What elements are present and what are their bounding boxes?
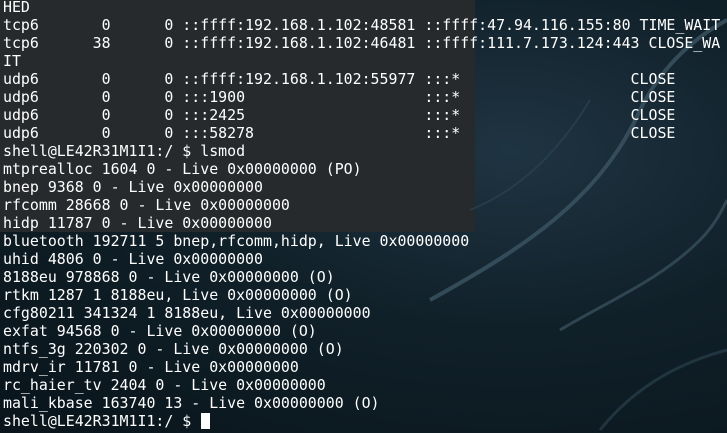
terminal-line: bnep 9368 0 - Live 0x00000000 xyxy=(3,178,263,196)
terminal-line: tcp6 0 0 ::ffff:192.168.1.102:48581 ::ff… xyxy=(3,16,721,34)
terminal-line: tcp6 38 0 ::ffff:192.168.1.102:46481 ::f… xyxy=(3,34,721,52)
terminal-line: hidp 11787 0 - Live 0x00000000 xyxy=(3,214,272,232)
terminal-window[interactable]: HED tcp6 0 0 ::ffff:192.168.1.102:48581 :… xyxy=(0,0,727,433)
terminal-line: mdrv_ir 11781 0 - Live 0x00000000 xyxy=(3,358,299,376)
terminal-line: udp6 0 0 :::58278 :::* CLOSE xyxy=(3,124,676,142)
terminal-line: rtkm 1287 1 8188eu, Live 0x00000000 (O) xyxy=(3,286,353,304)
terminal-line: cfg80211 341324 1 8188eu, Live 0x0000000… xyxy=(3,304,371,322)
terminal-line: exfat 94568 0 - Live 0x00000000 (O) xyxy=(3,322,317,340)
terminal-line: udp6 0 0 :::2425 :::* CLOSE xyxy=(3,106,676,124)
terminal-line: IT xyxy=(3,52,21,70)
terminal-line: uhid 4806 0 - Live 0x00000000 xyxy=(3,250,263,268)
terminal-line: ntfs_3g 220302 0 - Live 0x00000000 (O) xyxy=(3,340,344,358)
terminal-line: HED xyxy=(3,0,30,16)
terminal-line: shell@LE42R31M1I1:/ $ lsmod xyxy=(3,142,246,160)
prompt-line[interactable]: shell@LE42R31M1I1:/ $ xyxy=(3,412,725,430)
terminal-line: rfcomm 28668 0 - Live 0x00000000 xyxy=(3,196,290,214)
terminal-line: 8188eu 978868 0 - Live 0x00000000 (O) xyxy=(3,268,335,286)
text-cursor xyxy=(201,413,211,429)
terminal-line: rc_haier_tv 2404 0 - Live 0x00000000 xyxy=(3,376,326,394)
terminal-output: HED tcp6 0 0 ::ffff:192.168.1.102:48581 :… xyxy=(3,0,725,430)
terminal-line: udp6 0 0 ::ffff:192.168.1.102:55977 :::*… xyxy=(3,70,676,88)
terminal-line: mali_kbase 163740 13 - Live 0x00000000 (… xyxy=(3,394,380,412)
terminal-line: mtprealloc 1604 0 - Live 0x00000000 (PO) xyxy=(3,160,362,178)
shell-prompt: shell@LE42R31M1I1:/ $ xyxy=(3,412,201,430)
terminal-line: udp6 0 0 :::1900 :::* CLOSE xyxy=(3,88,676,106)
terminal-line: bluetooth 192711 5 bnep,rfcomm,hidp, Liv… xyxy=(3,232,470,250)
